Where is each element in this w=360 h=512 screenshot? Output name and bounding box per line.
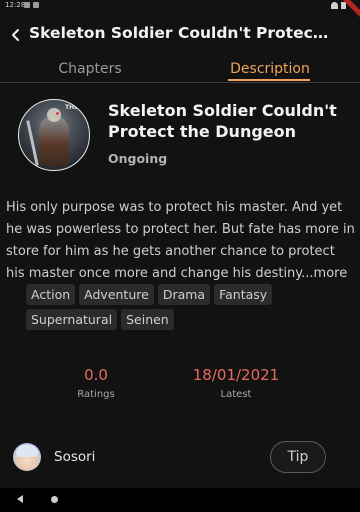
- tab-bar: Chapters Description: [0, 59, 360, 83]
- notification-icons: [24, 2, 39, 8]
- latest-stat: 18/01/2021 Latest: [176, 366, 296, 400]
- uploader-avatar[interactable]: [13, 443, 41, 471]
- latest-label: Latest: [220, 389, 252, 400]
- wifi-icon: [331, 2, 338, 9]
- genre-chip[interactable]: Adventure: [79, 284, 154, 305]
- top-app-bar: Skeleton Soldier Couldn't Protect the ..…: [0, 12, 360, 58]
- notification-icon: [33, 2, 39, 8]
- back-button[interactable]: [4, 23, 28, 47]
- cover-skull: [47, 108, 61, 122]
- ratings-stat: 0.0 Ratings: [56, 366, 136, 400]
- genre-list: Action Adventure Drama Fantasy Supernatu…: [26, 284, 346, 330]
- back-arrow-icon: [12, 29, 19, 41]
- series-cover-image: THE S: [18, 99, 90, 171]
- genre-chip[interactable]: Drama: [157, 284, 211, 305]
- nav-home-icon[interactable]: [51, 496, 58, 503]
- cover-eye: [56, 112, 59, 115]
- series-status: Ongoing: [108, 151, 168, 166]
- status-time: 12:28: [5, 1, 26, 9]
- genre-chip[interactable]: Action: [26, 284, 76, 305]
- ratings-label: Ratings: [77, 389, 115, 400]
- tip-button[interactable]: Tip: [270, 441, 326, 473]
- series-title: Skeleton Soldier Couldn't Protect the Du…: [108, 101, 337, 141]
- latest-value: 18/01/2021: [192, 366, 280, 384]
- settings-icon: [24, 2, 30, 8]
- uploader-name[interactable]: Sosori: [54, 449, 95, 465]
- avatar-hair: [16, 445, 38, 457]
- page-title: Skeleton Soldier Couldn't Protect the ..…: [29, 24, 329, 42]
- ratings-value: 0.0: [84, 366, 108, 384]
- system-icons: [331, 2, 346, 9]
- genre-chip[interactable]: Fantasy: [214, 284, 273, 305]
- genre-chip[interactable]: Supernatural: [26, 309, 118, 330]
- genre-chip[interactable]: Seinen: [121, 309, 174, 330]
- tab-chapters[interactable]: Chapters: [40, 61, 140, 83]
- screen: 12:28 Skeleton Soldier Couldn't Protect …: [0, 0, 360, 512]
- cover-figure: [39, 116, 69, 166]
- series-description[interactable]: His only purpose was to protect his mast…: [6, 197, 356, 285]
- cover-sword: [26, 120, 39, 166]
- system-navigation-bar: [0, 488, 360, 512]
- status-bar: 12:28: [0, 0, 360, 19]
- cover-logo-text: THE S: [65, 104, 85, 111]
- nav-back-icon[interactable]: [17, 495, 23, 503]
- active-tab-indicator: [228, 79, 310, 81]
